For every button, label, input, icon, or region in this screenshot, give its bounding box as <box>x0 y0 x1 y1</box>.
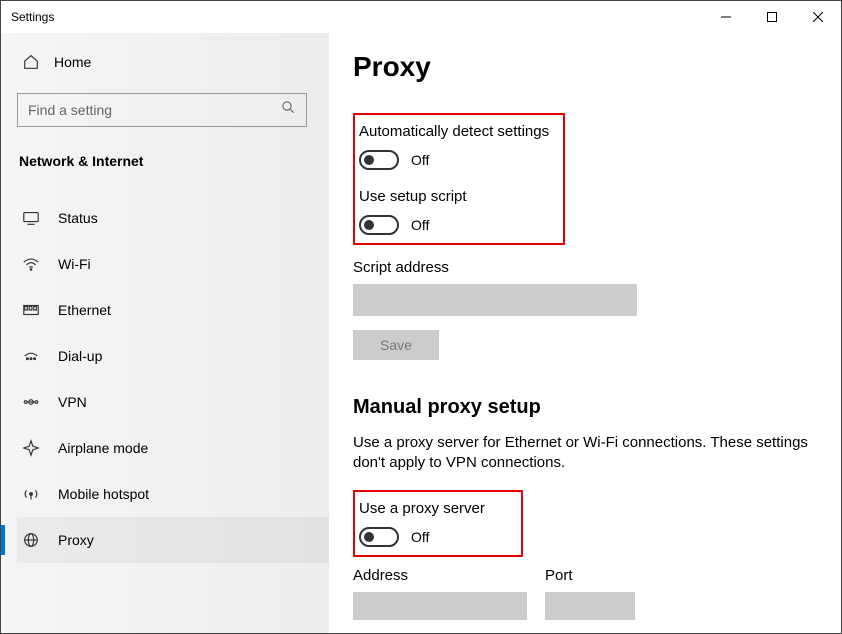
sidebar: Home Find a setting Network & Internet S… <box>1 33 329 633</box>
main-content: Proxy Automatically detect settings Off … <box>329 33 841 633</box>
sidebar-item-proxy[interactable]: Proxy <box>17 517 329 563</box>
ethernet-icon <box>22 301 40 319</box>
home-icon <box>22 53 40 71</box>
setup-script-toggle[interactable] <box>359 215 399 235</box>
sidebar-item-label: Dial-up <box>58 348 102 364</box>
page-title: Proxy <box>353 51 817 83</box>
proxy-icon <box>22 531 40 549</box>
sidebar-item-label: Airplane mode <box>58 440 148 456</box>
auto-detect-toggle[interactable] <box>359 150 399 170</box>
manual-section-desc: Use a proxy server for Ethernet or Wi-Fi… <box>353 433 813 474</box>
port-input[interactable] <box>545 592 635 620</box>
status-icon <box>22 209 40 227</box>
airplane-icon <box>22 439 40 457</box>
sidebar-item-label: Status <box>58 210 98 226</box>
search-input[interactable]: Find a setting <box>17 93 307 127</box>
auto-detect-state: Off <box>411 152 429 168</box>
window-controls <box>703 1 841 33</box>
window-title: Settings <box>11 10 54 24</box>
manual-section-title: Manual proxy setup <box>353 396 817 419</box>
sidebar-item-wifi[interactable]: Wi-Fi <box>17 241 329 287</box>
address-label: Address <box>353 567 527 584</box>
save-button[interactable]: Save <box>353 330 439 360</box>
address-input[interactable] <box>353 592 527 620</box>
use-proxy-toggle[interactable] <box>359 527 399 547</box>
use-proxy-label: Use a proxy server <box>359 500 513 517</box>
maximize-button[interactable] <box>749 1 795 33</box>
use-proxy-state: Off <box>411 529 429 545</box>
setup-script-state: Off <box>411 217 429 233</box>
highlight-manual-proxy: Use a proxy server Off <box>353 490 523 557</box>
sidebar-item-ethernet[interactable]: Ethernet <box>17 287 329 333</box>
close-button[interactable] <box>795 1 841 33</box>
dialup-icon <box>22 347 40 365</box>
setup-script-label: Use setup script <box>359 188 555 205</box>
wifi-icon <box>22 255 40 273</box>
minimize-button[interactable] <box>703 1 749 33</box>
highlight-auto-setup: Automatically detect settings Off Use se… <box>353 113 565 245</box>
sidebar-item-label: Proxy <box>58 532 94 548</box>
vpn-icon <box>22 393 40 411</box>
sidebar-item-status[interactable]: Status <box>17 195 329 241</box>
category-heading: Network & Internet <box>17 153 329 169</box>
search-placeholder: Find a setting <box>28 102 112 118</box>
sidebar-item-hotspot[interactable]: Mobile hotspot <box>17 471 329 517</box>
script-address-label: Script address <box>353 259 817 276</box>
sidebar-item-label: Wi-Fi <box>58 256 91 272</box>
home-nav[interactable]: Home <box>17 53 329 71</box>
titlebar: Settings <box>1 1 841 33</box>
port-label: Port <box>545 567 635 584</box>
sidebar-item-dialup[interactable]: Dial-up <box>17 333 329 379</box>
search-icon <box>281 100 296 120</box>
hotspot-icon <box>22 485 40 503</box>
sidebar-item-label: VPN <box>58 394 87 410</box>
home-label: Home <box>54 54 91 70</box>
sidebar-item-label: Ethernet <box>58 302 111 318</box>
sidebar-item-vpn[interactable]: VPN <box>17 379 329 425</box>
sidebar-item-airplane[interactable]: Airplane mode <box>17 425 329 471</box>
auto-detect-label: Automatically detect settings <box>359 123 555 140</box>
script-address-input[interactable] <box>353 284 637 316</box>
sidebar-item-label: Mobile hotspot <box>58 486 149 502</box>
